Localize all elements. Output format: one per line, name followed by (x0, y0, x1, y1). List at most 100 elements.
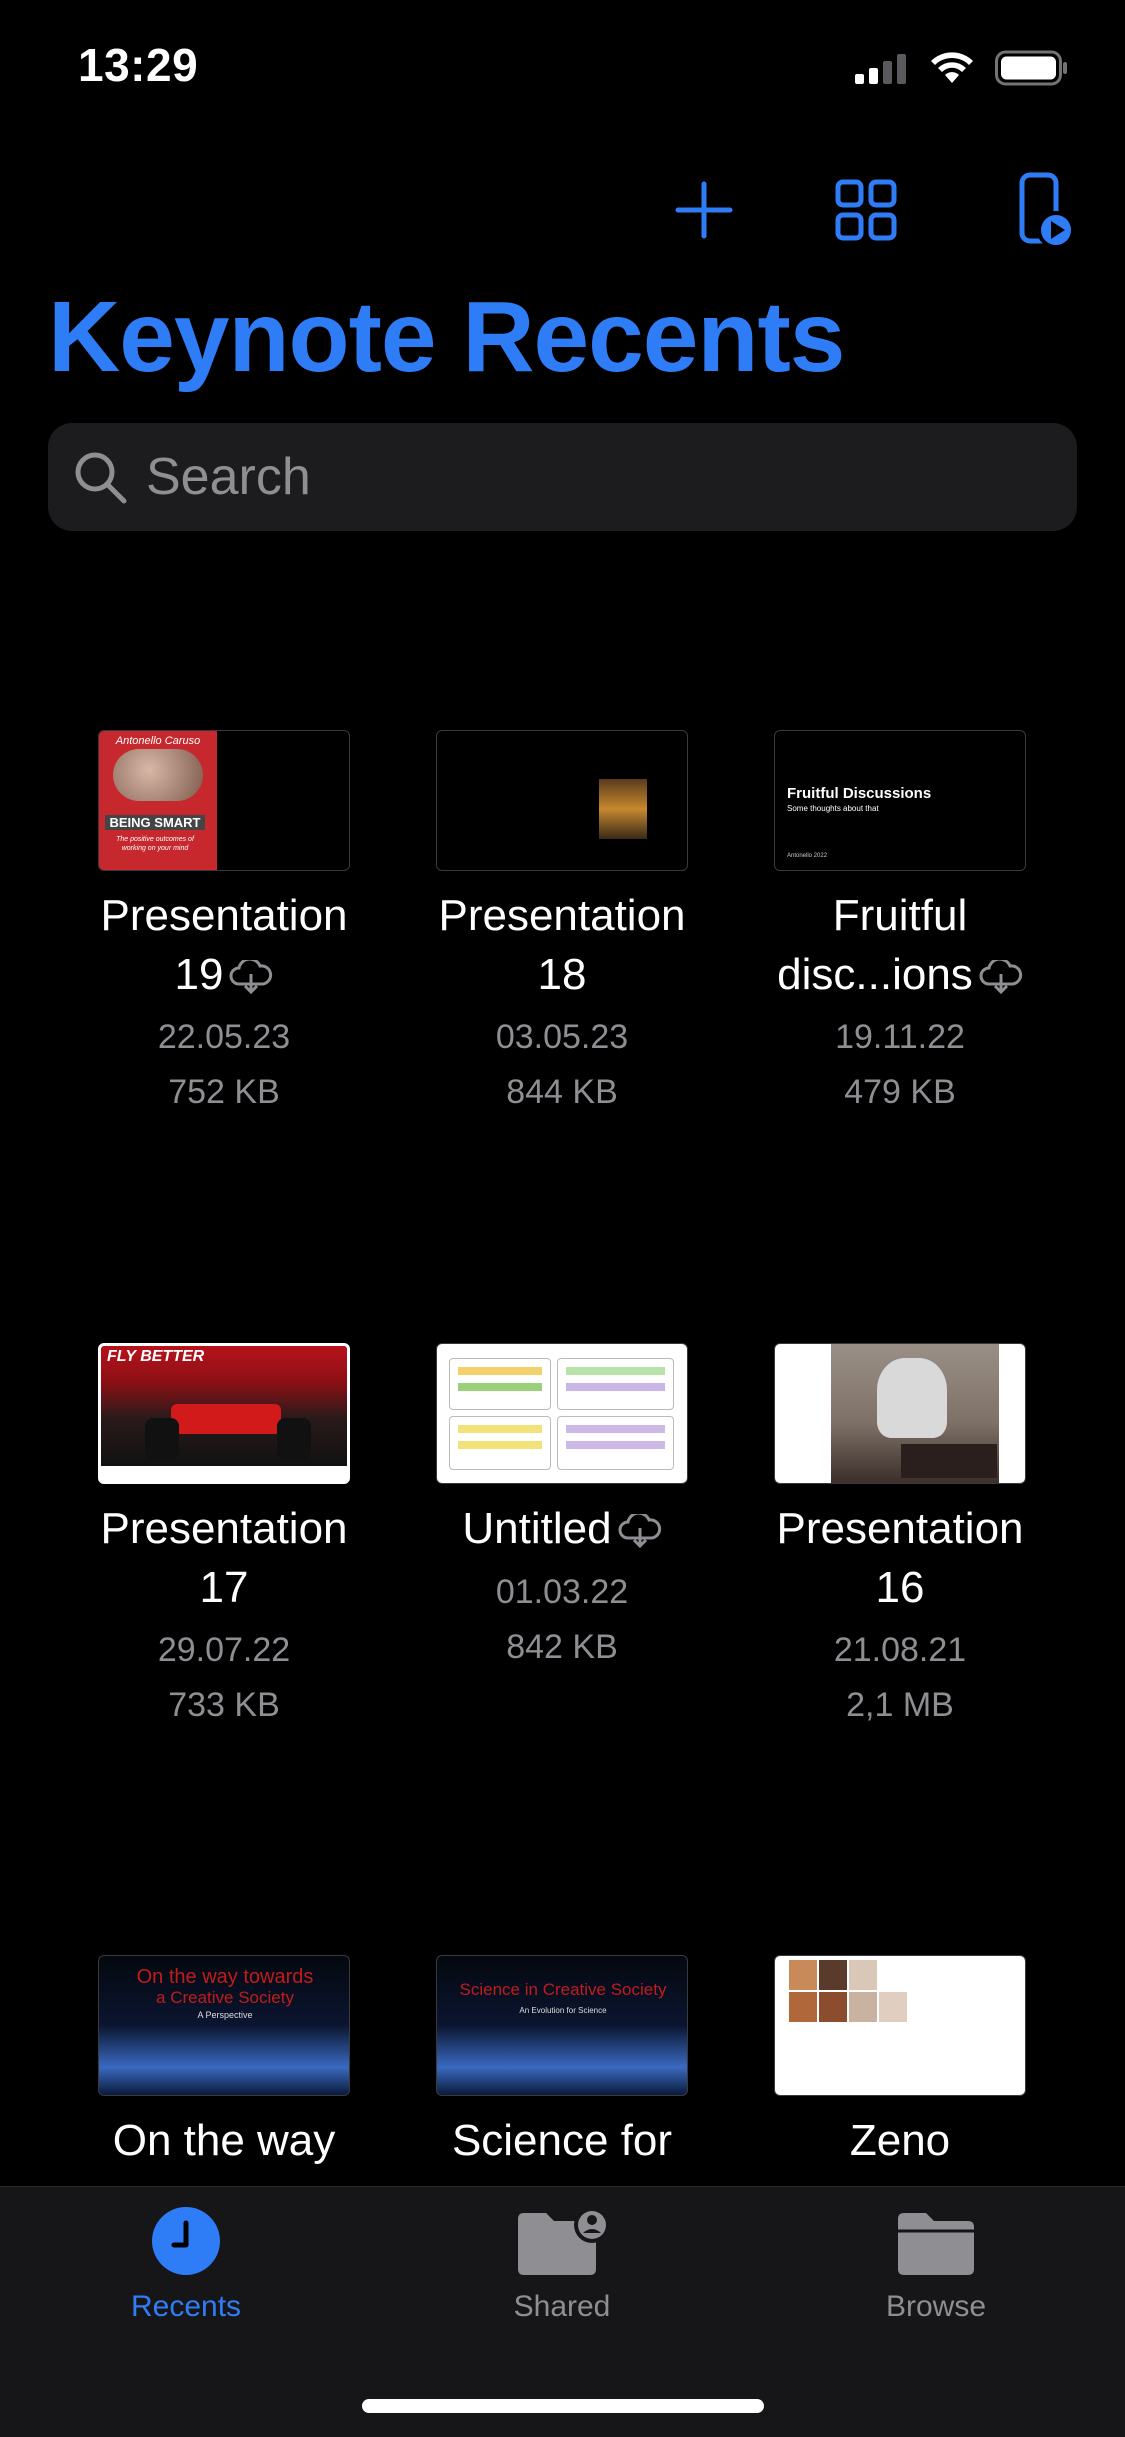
recents-grid: Antonello Caruso BEING SMART The positiv… (0, 680, 1125, 2180)
thumbnail-photo (849, 1992, 877, 2022)
diagram-box (449, 1358, 551, 1410)
thumbnail-subtitle: Some thoughts about that (787, 804, 879, 813)
file-date: 03.05.23 (495, 1018, 629, 1056)
sofa-image (901, 1444, 997, 1478)
tab-bar: Recents Shared Browse (0, 2186, 1125, 2437)
thumbnail-title: Fruitful Discussions (787, 785, 932, 802)
file-tile[interactable]: On the way towards a Creative Society A … (55, 1905, 393, 2180)
tab-label: Recents (130, 2290, 242, 2323)
tab-label: Browse (885, 2290, 987, 2323)
add-button[interactable] (654, 160, 754, 260)
car-wheel-left (145, 1418, 179, 1460)
search-icon (75, 452, 127, 504)
file-name: Zeno (849, 2116, 951, 2165)
file-thumbnail[interactable] (436, 730, 688, 871)
file-tile[interactable]: Presentation 16 21.08.21 2,1 MB (731, 1293, 1069, 1733)
search-input[interactable] (144, 446, 1028, 508)
brain-image (113, 749, 203, 801)
shared-folder-icon (518, 2207, 610, 2275)
file-thumbnail[interactable] (436, 1343, 688, 1484)
grid-view-icon (835, 179, 897, 241)
file-tile[interactable]: Zeno (731, 1905, 1069, 2180)
file-thumbnail[interactable]: On the way towards a Creative Society A … (98, 1955, 350, 2096)
file-name: Presentation (100, 1504, 348, 1553)
thumbnail-cover: Antonello Caruso BEING SMART The positiv… (99, 731, 217, 870)
file-name-line2: 16 (875, 1563, 925, 1612)
thumbnail-photo (819, 1960, 847, 1990)
file-thumbnail[interactable]: FLY BETTER (98, 1343, 350, 1484)
grid-view-button[interactable] (816, 160, 916, 260)
tab-recents[interactable]: Recents (36, 2205, 336, 2324)
elephant-photo (831, 1344, 999, 1483)
tab-browse[interactable]: Browse (786, 2205, 1086, 2324)
file-name: Untitled (393, 1499, 731, 1558)
cloud-download-icon (979, 960, 1022, 995)
thumbnail-banner: FLY BETTER (107, 1348, 205, 1365)
cloud-download-icon (618, 1514, 661, 1549)
search-field[interactable] (48, 423, 1077, 531)
file-thumbnail[interactable] (774, 1955, 1026, 2096)
file-name: Presentation (100, 891, 348, 940)
file-name-line2: 19 (55, 945, 393, 1004)
file-size: 2,1 MB (846, 1686, 954, 1724)
plus-icon (675, 181, 733, 239)
file-name: Science for (451, 2116, 673, 2165)
thumbnail-footer: Antonello 2022 (787, 853, 828, 859)
file-thumbnail[interactable]: Fruitful Discussions Some thoughts about… (774, 730, 1026, 871)
file-tile[interactable]: Presentation 18 03.05.23 844 KB (393, 680, 731, 1120)
thumbnail-photo (849, 1960, 877, 1990)
file-name: Presentation (438, 891, 686, 940)
file-tile[interactable]: Untitled 01.03.22 842 KB (393, 1293, 731, 1733)
file-date: 21.08.21 (833, 1631, 967, 1669)
page-title: Keynote Recents (48, 281, 845, 393)
status-icons (855, 50, 1069, 86)
play-on-device-button[interactable] (996, 160, 1096, 260)
file-name: On the way (112, 2116, 336, 2165)
clock-icon (152, 2207, 220, 2275)
file-name: Fruitful (832, 891, 968, 940)
play-on-device-icon (1019, 172, 1075, 248)
tab-shared[interactable]: Shared (412, 2205, 712, 2324)
status-time: 13:29 (78, 39, 199, 91)
thumbnail-author: Antonello Caruso (115, 735, 201, 747)
file-date: 29.07.22 (157, 1631, 291, 1669)
race-car-image: FLY BETTER (101, 1346, 347, 1466)
file-size: 733 KB (168, 1686, 280, 1724)
wifi-icon (931, 52, 973, 83)
car-body (171, 1404, 281, 1434)
cellular-signal-icon (855, 54, 906, 84)
file-name-line2: 18 (537, 950, 587, 999)
file-size: 752 KB (168, 1073, 280, 1111)
file-tile[interactable]: Science in Creative Society An Evolution… (393, 1905, 731, 2180)
thumbnail-title2: a Creative Society (156, 1988, 294, 2007)
car-wheel-right (277, 1418, 311, 1460)
thumbnail-title: BEING SMART (105, 815, 205, 830)
file-size: 479 KB (844, 1073, 956, 1111)
file-size: 844 KB (506, 1073, 618, 1111)
file-tile[interactable]: Antonello Caruso BEING SMART The positiv… (55, 680, 393, 1120)
thumbnail-photo (879, 1992, 907, 2022)
battery-icon (995, 50, 1067, 86)
diagram-box (557, 1416, 674, 1470)
file-thumbnail[interactable] (774, 1343, 1026, 1484)
file-name-line2: 17 (199, 1563, 249, 1612)
file-date: 19.11.22 (835, 1018, 965, 1056)
file-size: 842 KB (506, 1628, 618, 1666)
diagram-box (449, 1416, 551, 1470)
file-tile[interactable]: Fruitful Discussions Some thoughts about… (731, 680, 1069, 1120)
home-indicator[interactable] (362, 2399, 764, 2413)
tab-label: Shared (513, 2290, 611, 2323)
elephant-figure (877, 1358, 947, 1438)
thumbnail-photo (789, 1960, 817, 1990)
file-thumbnail[interactable]: Antonello Caruso BEING SMART The positiv… (98, 730, 350, 871)
file-tile[interactable]: FLY BETTER Presentation 17 29.07.22 733 … (55, 1293, 393, 1733)
file-thumbnail[interactable]: Science in Creative Society An Evolution… (436, 1955, 688, 2096)
file-name: Presentation (776, 1504, 1024, 1553)
thumbnail-subtitle: The positive outcomes of working on your… (116, 836, 194, 852)
thumbnail-image (599, 779, 647, 839)
thumbnail-title: On the way towards (136, 1966, 314, 1988)
file-name-line2: disc...ions (731, 945, 1069, 1004)
file-date: 01.03.22 (495, 1573, 629, 1611)
diagram-box (557, 1358, 674, 1410)
thumbnail-photo (819, 1992, 847, 2022)
